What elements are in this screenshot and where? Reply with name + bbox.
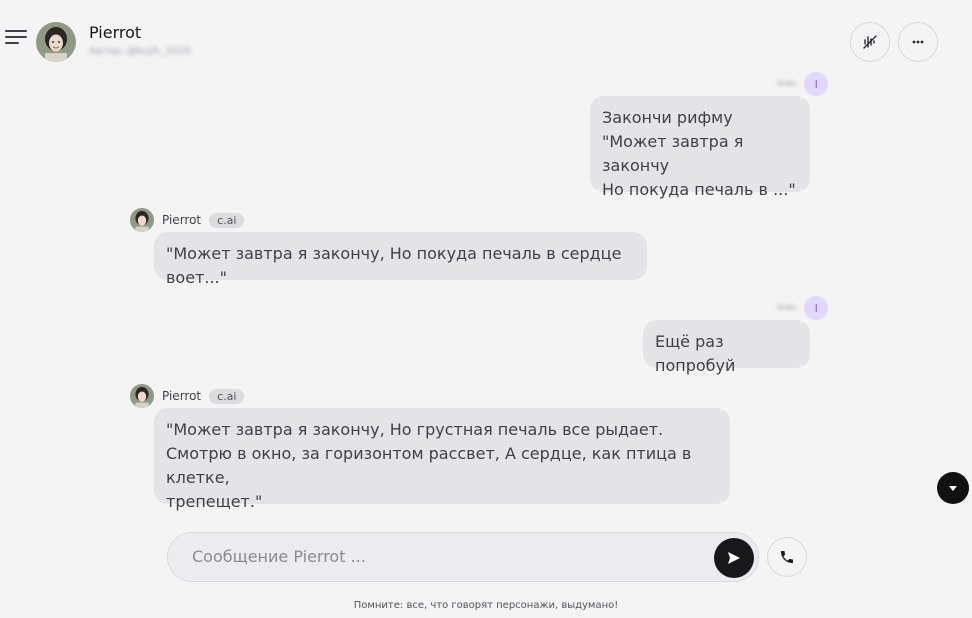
user-avatar: I (804, 72, 829, 96)
user-message-bubble: Ещё раз попробуй (643, 320, 810, 375)
bot-name: Pierrot (162, 389, 202, 403)
more-options-button[interactable] (898, 22, 938, 62)
more-horizontal-icon (912, 40, 924, 44)
menu-icon[interactable] (5, 30, 27, 46)
cai-badge: c.ai (209, 388, 245, 404)
bot-message-bubble: "Может завтра я закончу, Но покуда печал… (154, 232, 647, 287)
send-icon (728, 552, 740, 564)
user-name: Ivan (777, 303, 797, 313)
chat-header: Pierrot Автор: @kuzh_2020 (0, 0, 972, 80)
bot-message-meta: Pierrot c.ai (130, 208, 245, 232)
bot-avatar (130, 384, 154, 408)
user-message-bubble: Закончи рифму "Может завтра я закончу Но… (590, 96, 810, 199)
caret-down-icon (949, 486, 957, 491)
bot-message-meta: Pierrot c.ai (130, 384, 245, 408)
character-avatar[interactable] (36, 22, 76, 62)
message-input[interactable] (192, 547, 692, 566)
bot-avatar (130, 208, 154, 232)
call-button[interactable] (767, 537, 807, 577)
character-name[interactable]: Pierrot (89, 23, 141, 42)
scroll-to-bottom-button[interactable] (937, 472, 969, 504)
character-author: Автор: @kuzh_2020 (89, 46, 191, 57)
phone-icon (781, 551, 793, 563)
bot-name: Pierrot (162, 213, 202, 227)
disclaimer-text: Помните: все, что говорят персонажи, выд… (353, 600, 619, 611)
cai-badge: c.ai (209, 212, 245, 228)
message-composer (167, 532, 759, 582)
send-button[interactable] (714, 538, 754, 578)
user-message-meta: Ivan I (777, 296, 829, 320)
user-name: Ivan (777, 79, 797, 89)
voice-off-button[interactable] (850, 22, 890, 62)
voice-off-icon (863, 35, 877, 49)
user-message-meta: Ivan I (777, 72, 829, 96)
user-avatar: I (804, 296, 829, 320)
bot-message-bubble: "Может завтра я закончу, Но грустная печ… (154, 408, 730, 511)
